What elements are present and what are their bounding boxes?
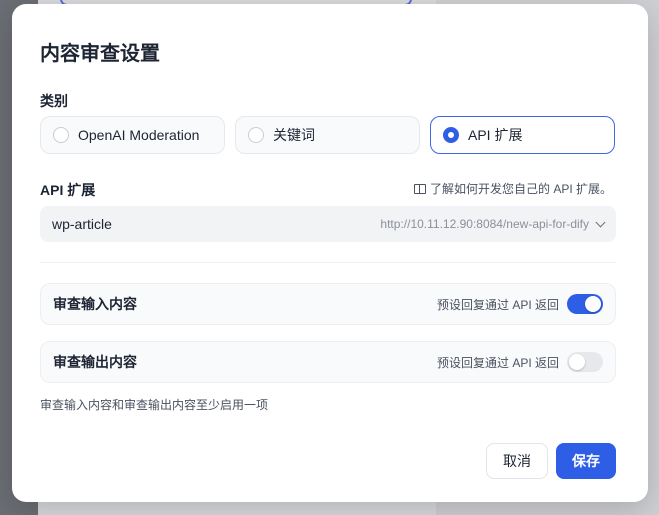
api-docs-link[interactable]: 了解如何开发您自己的 API 扩展。 — [413, 180, 612, 197]
category-label: 类别 — [40, 93, 68, 109]
review-output-toggle[interactable] — [567, 352, 603, 372]
divider — [40, 262, 616, 263]
review-input-label: 审查输入内容 — [53, 296, 137, 312]
api-extension-value: wp-article — [52, 216, 112, 232]
api-extension-label: API 扩展 — [40, 182, 96, 198]
review-input-toggle[interactable] — [567, 294, 603, 314]
category-option-label: 关键词 — [273, 127, 315, 143]
radio-selected-icon — [443, 127, 459, 143]
api-extension-url: http://10.11.12.90:8084/new-api-for-dify — [380, 217, 589, 231]
radio-icon — [53, 127, 69, 143]
toggle-knob — [569, 354, 585, 370]
validation-footnote: 审查输入内容和审查输出内容至少启用一项 — [40, 398, 269, 412]
review-input-row: 审查输入内容 预设回复通过 API 返回 — [40, 283, 616, 325]
api-docs-link-text: 了解如何开发您自己的 API 扩展。 — [429, 182, 612, 196]
book-icon — [413, 183, 426, 194]
chevron-down-icon — [595, 217, 606, 227]
category-option-label: OpenAI Moderation — [78, 127, 200, 143]
category-option-keywords[interactable]: 关键词 — [235, 116, 420, 154]
api-extension-select[interactable]: wp-article http://10.11.12.90:8084/new-a… — [40, 206, 616, 242]
category-option-openai-moderation[interactable]: OpenAI Moderation — [40, 116, 225, 154]
review-output-row: 审查输出内容 预设回复通过 API 返回 — [40, 341, 616, 383]
radio-icon — [248, 127, 264, 143]
review-input-hint: 预设回复通过 API 返回 — [436, 297, 559, 312]
save-button[interactable]: 保存 — [556, 443, 616, 479]
toggle-knob — [585, 296, 601, 312]
review-output-label: 审查输出内容 — [53, 354, 137, 370]
review-output-hint: 预设回复通过 API 返回 — [436, 355, 559, 370]
category-option-label: API 扩展 — [468, 127, 523, 143]
moderation-settings-dialog: 内容审查设置 类别 OpenAI Moderation 关键词 API 扩展 A… — [12, 4, 648, 502]
dialog-title: 内容审查设置 — [40, 43, 160, 65]
cancel-button[interactable]: 取消 — [486, 443, 548, 479]
category-option-api-extension[interactable]: API 扩展 — [430, 116, 615, 154]
